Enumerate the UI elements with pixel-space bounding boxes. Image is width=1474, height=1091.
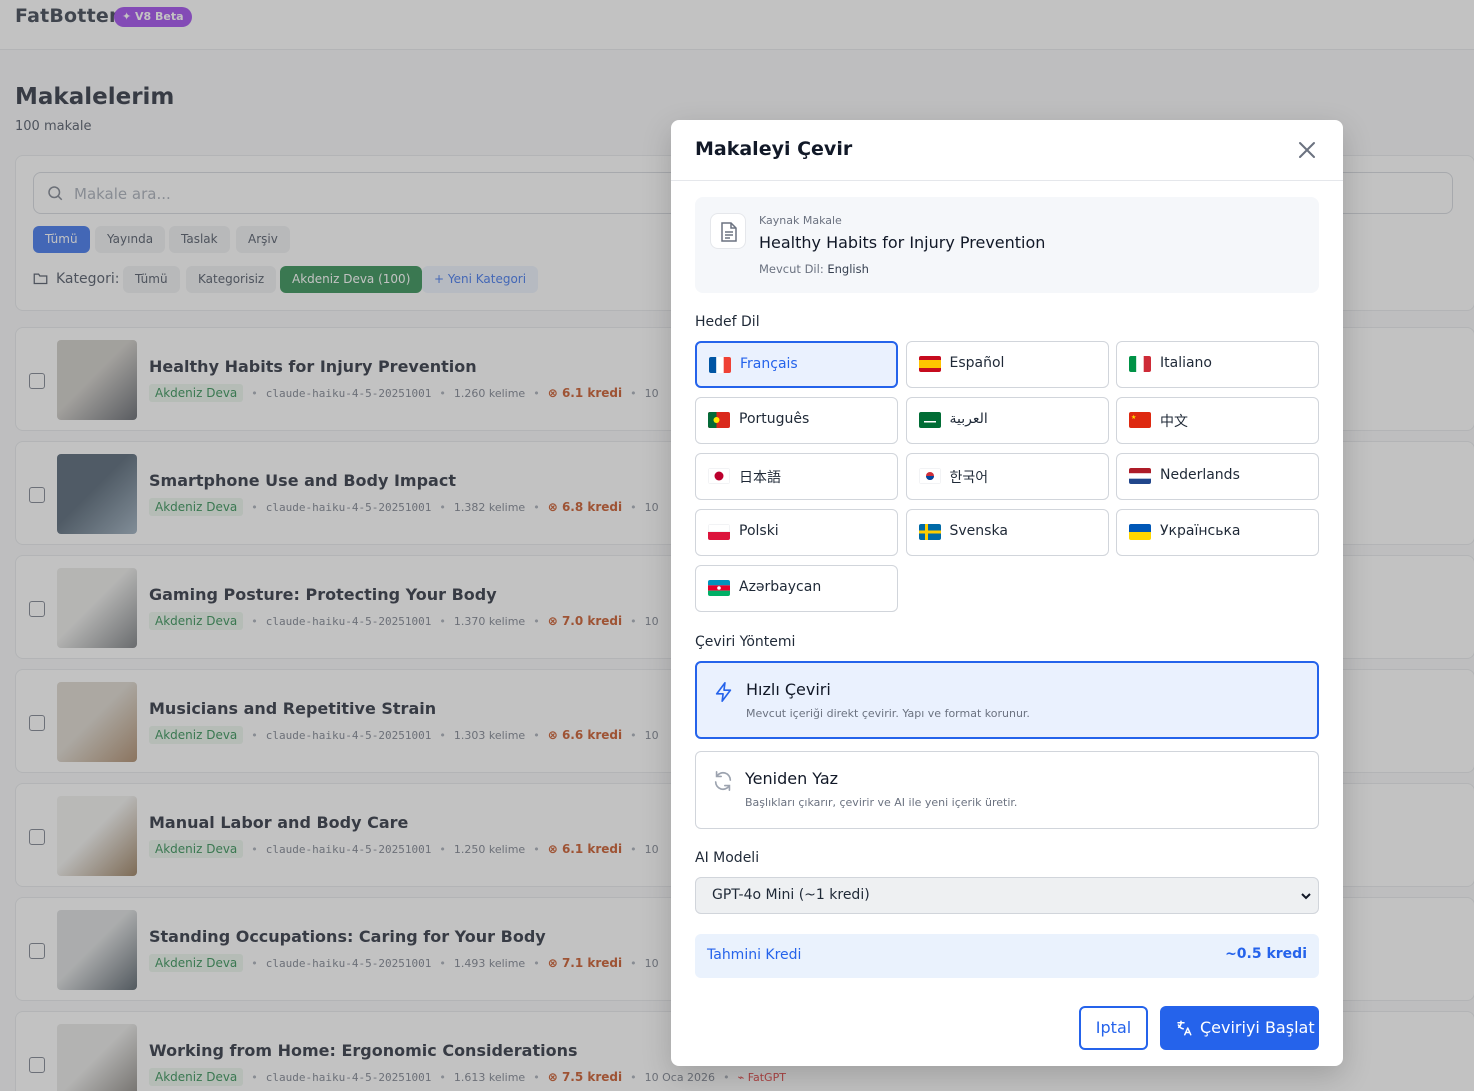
language-name: Українська xyxy=(1160,523,1241,539)
language-name: 日本語 xyxy=(739,470,781,486)
method-label: Çeviri Yöntemi xyxy=(695,634,796,650)
translate-icon xyxy=(1177,1020,1192,1036)
language-name: Italiano xyxy=(1160,355,1212,371)
language-option[interactable]: Español xyxy=(905,341,1109,388)
language-option[interactable]: Français xyxy=(695,341,898,388)
flag-ukraine-icon xyxy=(1129,524,1151,540)
refresh-icon xyxy=(714,771,732,791)
flag-azerbaijan-icon xyxy=(708,580,730,596)
language-name: Svenska xyxy=(949,523,1008,539)
lightning-icon xyxy=(715,682,732,702)
ai-model-select[interactable]: GPT-4o Mini (~1 kredi) xyxy=(695,877,1319,914)
flag-netherlands-icon xyxy=(1129,468,1151,484)
language-name: Français xyxy=(740,356,798,372)
cancel-button[interactable]: Iptal xyxy=(1079,1006,1148,1050)
flag-saudi-arabia-icon xyxy=(918,412,941,428)
language-option[interactable]: Italiano xyxy=(1116,341,1319,388)
current-language-label: Mevcut Dil: xyxy=(759,262,824,276)
flag-portugal-icon xyxy=(708,412,730,428)
dialog-header: Makaleyi Çevir xyxy=(671,120,1343,181)
source-label: Kaynak Makale xyxy=(759,214,842,227)
method-name: Hızlı Çeviri xyxy=(746,680,831,699)
start-translation-label: Çeviriyi Başlat xyxy=(1200,1018,1315,1037)
start-translation-button[interactable]: Çeviriyi Başlat xyxy=(1160,1006,1319,1050)
language-name: Azərbaycan xyxy=(739,579,822,595)
method-desc: Başlıkları çıkarır, çevirir ve AI ile ye… xyxy=(745,796,1018,809)
source-title: Healthy Habits for Injury Prevention xyxy=(759,233,1046,252)
language-option[interactable]: Português xyxy=(695,397,898,444)
language-option[interactable]: Svenska xyxy=(905,509,1109,556)
language-name: 한국어 xyxy=(949,470,989,486)
language-option[interactable]: Polski xyxy=(695,509,898,556)
flag-spain-icon xyxy=(918,356,941,372)
estimated-credit-box: Tahmini Kredi ~0.5 kredi xyxy=(695,934,1319,978)
method-name: Yeniden Yaz xyxy=(745,769,839,788)
ai-model-value: GPT-4o Mini (~1 kredi) xyxy=(712,887,870,903)
source-article-card: Kaynak Makale Healthy Habits for Injury … xyxy=(695,197,1319,293)
method-desc: Mevcut içeriği direkt çevirir. Yapı ve f… xyxy=(746,707,1030,720)
language-name: Español xyxy=(949,355,1005,371)
language-name: Português xyxy=(739,411,810,427)
flag-poland-icon xyxy=(708,524,730,540)
language-option[interactable]: Azərbaycan xyxy=(695,565,898,612)
method-rewrite[interactable]: Yeniden Yaz Başlıkları çıkarır, çevirir … xyxy=(695,751,1319,829)
current-language: Mevcut Dil: English xyxy=(759,262,869,276)
language-option[interactable]: ★ 中文 xyxy=(1116,397,1319,444)
dialog-title: Makaleyi Çevir xyxy=(695,138,853,160)
close-icon[interactable] xyxy=(1295,138,1319,162)
svg-text:★: ★ xyxy=(1131,414,1136,421)
translate-dialog: Makaleyi Çevir Kaynak Makale Healthy Hab… xyxy=(671,120,1343,1066)
flag-france-icon xyxy=(709,357,731,373)
ai-model-label: AI Modeli xyxy=(695,850,760,866)
document-icon xyxy=(710,213,746,249)
language-option[interactable]: Nederlands xyxy=(1116,453,1319,500)
language-option[interactable]: 한국어 xyxy=(905,453,1109,500)
flag-china-icon: ★ xyxy=(1129,412,1151,428)
language-name: Polski xyxy=(739,523,779,539)
language-option[interactable]: Українська xyxy=(1116,509,1319,556)
flag-italy-icon xyxy=(1129,356,1151,372)
method-fast-translate[interactable]: Hızlı Çeviri Mevcut içeriği direkt çevir… xyxy=(695,661,1319,739)
language-option[interactable]: العربية xyxy=(905,397,1109,444)
flag-korea-icon xyxy=(918,468,941,484)
language-name: العربية xyxy=(949,411,988,427)
language-option[interactable]: 日本語 xyxy=(695,453,898,500)
chevron-down-icon xyxy=(1301,893,1311,900)
language-name: 中文 xyxy=(1160,414,1188,430)
language-name: Nederlands xyxy=(1160,467,1240,483)
current-language-value: English xyxy=(827,262,869,276)
estimate-value: ~0.5 kredi xyxy=(1225,946,1307,962)
target-language-label: Hedef Dil xyxy=(695,314,760,330)
flag-japan-icon xyxy=(708,468,730,484)
estimate-label: Tahmini Kredi xyxy=(707,947,802,963)
flag-sweden-icon xyxy=(918,524,941,540)
